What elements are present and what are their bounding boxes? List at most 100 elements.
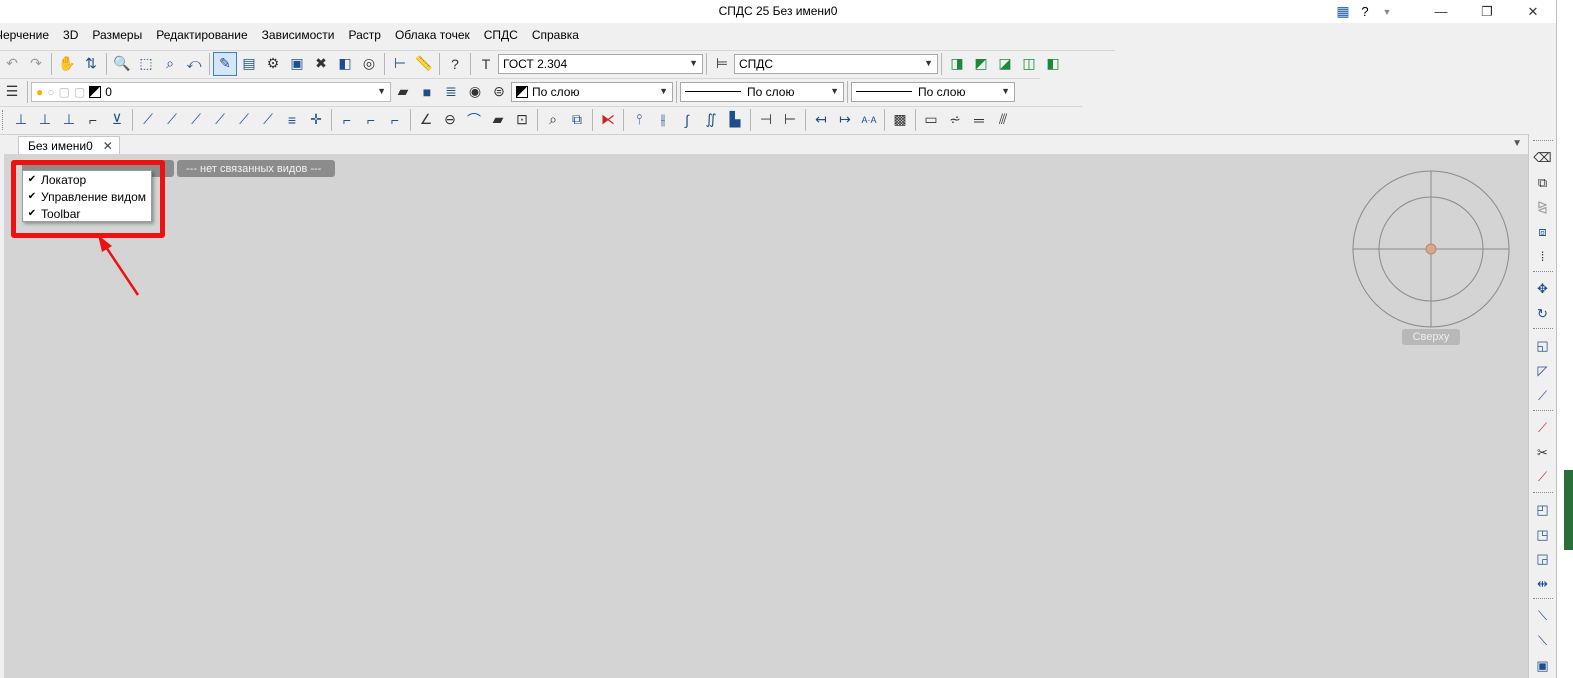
tab-document[interactable]: Без имени0 ✕ (18, 136, 120, 155)
tools-icon[interactable]: ✖ (309, 52, 333, 76)
slope-mark-1-icon[interactable]: ⌐ (335, 108, 359, 132)
help-icon[interactable]: ? (443, 52, 467, 76)
axis-line-2-icon[interactable]: ⊢ (778, 108, 802, 132)
ground-hatch-icon[interactable]: ⫻ (991, 108, 1015, 132)
eye-icon[interactable]: ◉ (463, 80, 487, 104)
scale-icon[interactable]: ◱ (1531, 334, 1555, 359)
dim-style-select[interactable]: СПДС ▼ (734, 53, 938, 74)
callout-icon[interactable]: ⊡ (510, 108, 534, 132)
erase-icon[interactable]: ⌫ (1531, 146, 1555, 171)
menu-drawing[interactable]: Черчение (0, 24, 56, 47)
mirror-icon[interactable]: ⧎ (1531, 195, 1555, 220)
sheet-set-icon[interactable]: ▤ (237, 52, 261, 76)
move-icon[interactable]: ✥ (1531, 277, 1555, 302)
spds-tool-4-icon[interactable]: ◫ (1017, 52, 1041, 76)
copy-icon[interactable]: ⧉ (1531, 171, 1555, 196)
make-current-layer-icon[interactable]: ▰ (391, 80, 415, 104)
image-icon[interactable]: ▣ (285, 52, 309, 76)
linetype-select[interactable]: По слою ▼ (680, 81, 844, 102)
color-select[interactable]: По слою ▼ (511, 81, 673, 102)
zoom-all-icon[interactable]: ⌕ (158, 52, 182, 76)
leader-5-icon[interactable]: ⟋ (232, 108, 256, 132)
text-style-select[interactable]: ГОСТ 2.304 ▼ (498, 53, 703, 74)
minimize-button[interactable]: — (1418, 0, 1464, 23)
insulation-1-icon[interactable]: ▭ (919, 108, 943, 132)
layer-manager-icon[interactable]: ◧ (333, 52, 357, 76)
toolbar-grip[interactable] (2, 109, 6, 130)
help-button[interactable]: ? (1354, 0, 1376, 23)
menu-edit[interactable]: Редактирование (149, 24, 254, 47)
text-scale-icon[interactable]: A·A (857, 108, 881, 132)
insulation-2-icon[interactable]: ⩫ (943, 108, 967, 132)
close-button[interactable]: ✕ (1510, 0, 1556, 23)
zoom-previous-icon[interactable]: ⤺ (182, 52, 206, 76)
spds-tool-5-icon[interactable]: ◧ (1041, 52, 1065, 76)
settings-gear-icon[interactable]: ⚙ (261, 52, 285, 76)
zoom-window-icon[interactable]: 🔍 (110, 52, 134, 76)
leader-4-icon[interactable]: ⟋ (208, 108, 232, 132)
axis-mark-icon[interactable]: ✛ (304, 108, 328, 132)
close-tab-icon[interactable]: ✕ (103, 139, 113, 153)
chamfer-icon[interactable]: ◳ (1531, 522, 1555, 547)
trim-icon[interactable]: ⟋ (1531, 416, 1555, 441)
model-space-icon[interactable]: ✎ (213, 51, 237, 76)
drawing-canvas[interactable] (4, 154, 1528, 678)
menu-raster[interactable]: Растр (341, 24, 387, 47)
dim-aligned-icon[interactable]: ⊥ (33, 108, 57, 132)
layer-isolate-icon[interactable]: ⊜ (487, 80, 511, 104)
zoom-realtime-icon[interactable]: ⇅ (79, 52, 103, 76)
blend-icon[interactable]: ⇹ (1531, 572, 1555, 597)
chevron-down-icon[interactable]: ▼ (1376, 0, 1398, 23)
toolbar-grip[interactable] (1532, 140, 1553, 144)
view-callout-icon[interactable]: ⌕ (541, 108, 565, 132)
menu-spds[interactable]: СПДС (477, 24, 525, 47)
slope-mark-3-icon[interactable]: ⌐ (383, 108, 407, 132)
hatch-icon[interactable]: ▰ (486, 108, 510, 132)
leader-flag-icon[interactable]: ⌐ (81, 108, 105, 132)
menu-help[interactable]: Справка (525, 24, 586, 47)
rotate-icon[interactable]: ↻ (1531, 302, 1555, 327)
view-name-label[interactable]: Сверху (1402, 329, 1460, 345)
insulation-3-icon[interactable]: ═ (967, 108, 991, 132)
measure-distance-icon[interactable]: ⊢ (388, 52, 412, 76)
diameter-icon[interactable]: ⊖ (438, 108, 462, 132)
table-icon[interactable]: ▩ (888, 108, 912, 132)
lineweight-select[interactable]: По слою ▼ (851, 81, 1015, 102)
ruler-icon[interactable]: 📏 (412, 52, 436, 76)
arc-mark-icon[interactable]: ⌒ (462, 108, 486, 132)
layer-states-icon[interactable]: ≣ (439, 80, 463, 104)
section-mark-icon[interactable]: ⧉ (565, 108, 589, 132)
panel-layout-icon[interactable]: ▦ (1332, 0, 1354, 23)
break-2-icon[interactable]: ⫲ (651, 108, 675, 132)
break-1-icon[interactable]: ⫯ (627, 108, 651, 132)
leader-6-icon[interactable]: ⟋ (256, 108, 280, 132)
explode-icon[interactable]: ⟍ (1531, 604, 1555, 629)
join-icon[interactable]: ◰ (1531, 498, 1555, 523)
render-icon[interactable]: ◎ (357, 52, 381, 76)
spds-tool-2-icon[interactable]: ◩ (969, 52, 993, 76)
dim-ordinate-icon[interactable]: ⊥ (57, 108, 81, 132)
angle-mark-icon[interactable]: ∠ (414, 108, 438, 132)
group-icon[interactable]: ▣ (1531, 653, 1555, 678)
lengthen-icon[interactable]: ⟋ (1531, 383, 1555, 408)
menu-3d[interactable]: 3D (56, 24, 85, 47)
explode-2-icon[interactable]: ⟍ (1531, 629, 1555, 654)
mark-icon[interactable]: ▙ (723, 108, 747, 132)
maximize-button[interactable]: ❐ (1464, 0, 1510, 23)
text-left-icon[interactable]: ↤ (809, 108, 833, 132)
offset-icon[interactable]: ⧈ (1531, 220, 1555, 245)
text-right-icon[interactable]: ↦ (833, 108, 857, 132)
break-line-icon[interactable]: ⧔ (596, 108, 620, 132)
undo-icon[interactable]: ↶ (0, 52, 24, 76)
fillet-icon[interactable]: ◲ (1531, 547, 1555, 572)
extend-icon[interactable]: ✂ (1531, 441, 1555, 466)
menu-dimensions[interactable]: Размеры (85, 24, 149, 47)
layer-previous-icon[interactable]: ■ (415, 80, 439, 104)
zoom-extents-icon[interactable]: ⬚ (134, 52, 158, 76)
axis-line-1-icon[interactable]: ⊣ (754, 108, 778, 132)
pan-icon[interactable]: ✋ (55, 52, 79, 76)
leader-1-icon[interactable]: ⟋ (136, 108, 160, 132)
stretch-icon[interactable]: ◸ (1531, 359, 1555, 384)
layer-properties-icon[interactable]: ☰ (0, 80, 24, 104)
tabs-menu-chevron-icon[interactable]: ▼ (1512, 138, 1522, 149)
